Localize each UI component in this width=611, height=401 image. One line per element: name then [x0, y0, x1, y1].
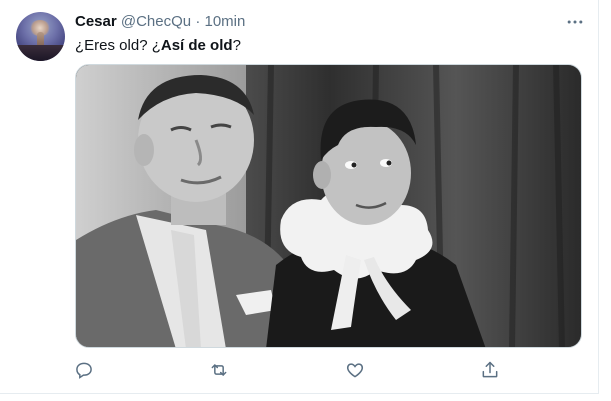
tweet-text: ¿Eres old? ¿Así de old? — [75, 36, 241, 56]
share-icon[interactable] — [478, 358, 502, 382]
retweet-icon[interactable] — [207, 358, 231, 382]
avatar[interactable] — [16, 12, 65, 61]
tweet-timestamp[interactable]: 10min — [204, 13, 245, 30]
tweet-text-end: ? — [232, 37, 241, 54]
author-name[interactable]: Cesar — [75, 13, 117, 30]
tweet-text-bold: Así de old — [160, 37, 233, 54]
tweet-text-start: ¿Eres old? ¿ — [75, 37, 161, 54]
reply-icon[interactable] — [72, 358, 96, 382]
separator-dot: · — [195, 13, 201, 30]
tweet-actions — [72, 358, 512, 382]
author-handle[interactable]: @ChecQu — [121, 13, 191, 30]
heart-icon[interactable] — [343, 358, 367, 382]
tweet-card[interactable]: Cesar @ChecQu · 10min ¿Eres old? ¿Así de… — [0, 0, 599, 394]
avatar-ground — [16, 45, 65, 61]
tweet-photo[interactable] — [75, 64, 582, 348]
tweet-header: Cesar @ChecQu · 10min — [75, 12, 245, 32]
photo-illustration — [76, 65, 581, 347]
more-horizontal-icon[interactable] — [565, 12, 585, 32]
